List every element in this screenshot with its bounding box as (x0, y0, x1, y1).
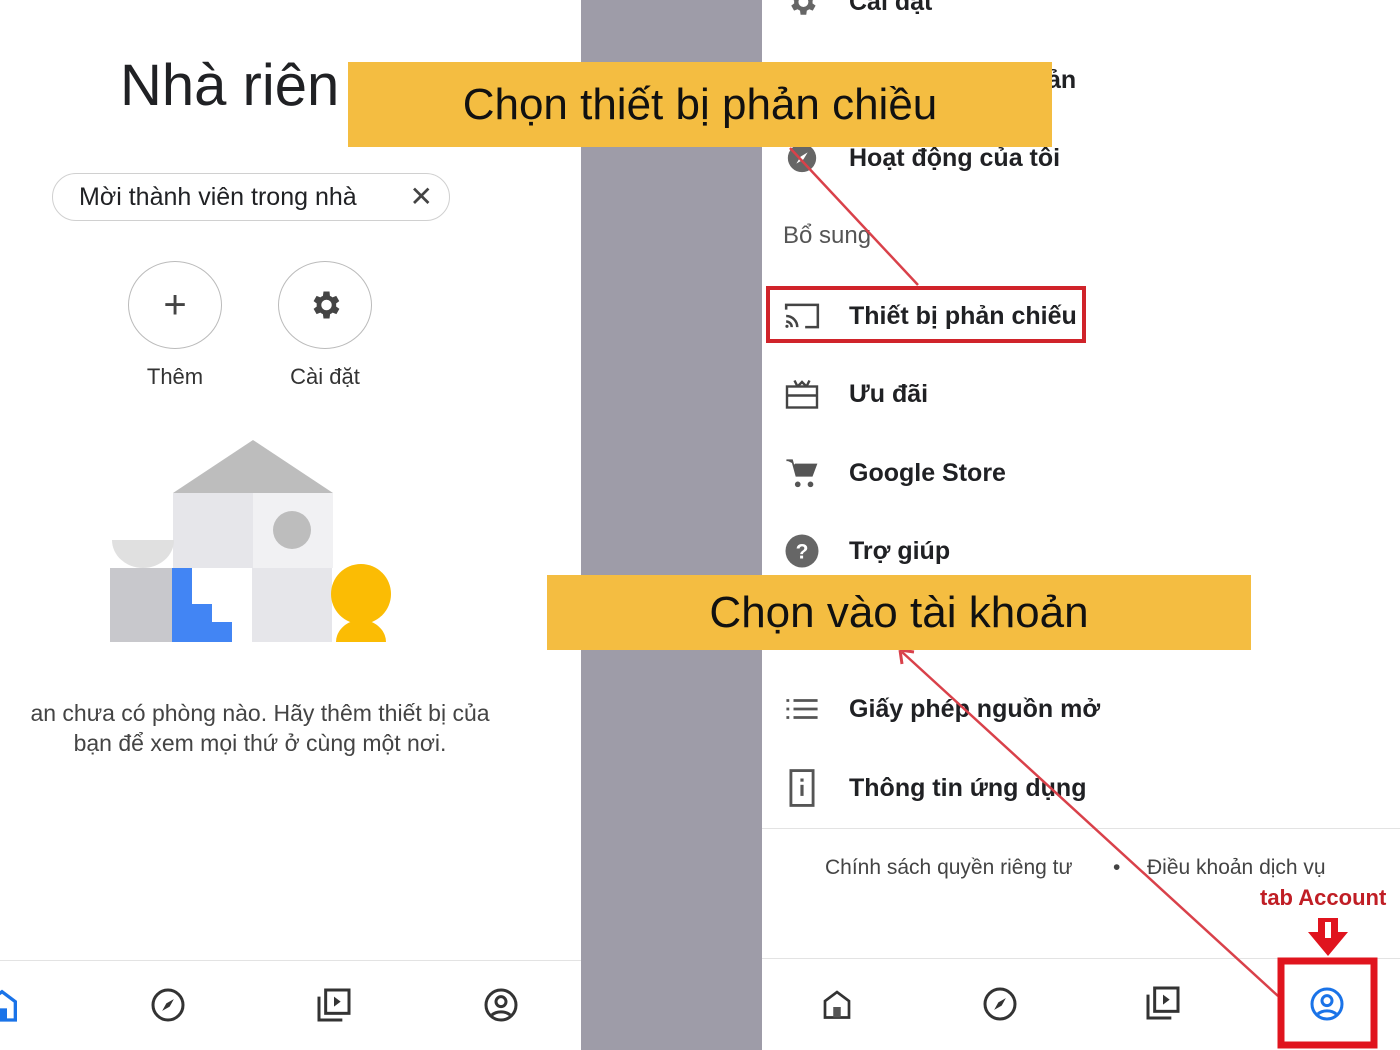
banner-select-account: Chọn vào tài khoản (547, 575, 1251, 650)
pointer-line-top (789, 147, 919, 286)
tab-account-label: tab Account (1260, 885, 1387, 910)
account-highlight-box (1277, 957, 1378, 1049)
annotation-overlay (766, 147, 1378, 1049)
cast-highlight-box (766, 286, 1086, 343)
pointer-line-bottom (901, 651, 1279, 997)
banner-select-cast: Chọn thiết bị phản chiều (348, 62, 1052, 147)
